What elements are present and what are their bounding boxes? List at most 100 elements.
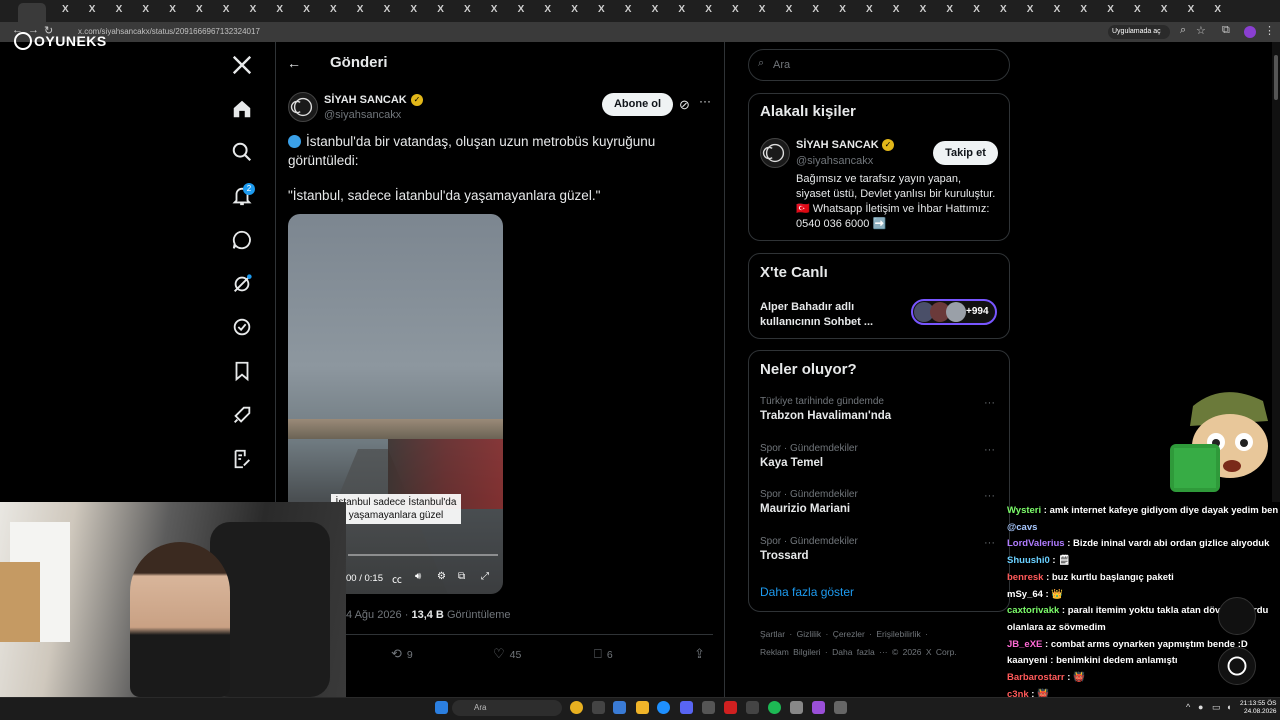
messages-icon[interactable] — [229, 227, 255, 253]
chat-username[interactable]: Shuushi0 — [1007, 555, 1050, 566]
chat-username[interactable]: Barbarostarr — [1007, 672, 1065, 683]
extensions-icon[interactable]: ⧉ — [1222, 24, 1230, 37]
rocket-icon[interactable] — [229, 402, 255, 428]
fullscreen-icon[interactable]: ⤢ — [481, 571, 489, 582]
grok-icon[interactable] — [229, 271, 255, 297]
related-name[interactable]: SİYAH SANCAK — [796, 139, 879, 151]
browser-tab[interactable]: X — [323, 3, 349, 19]
spotify-icon[interactable] — [768, 701, 781, 714]
footer-links[interactable]: Reklam Bilgileri · Daha fazla ··· © 2026… — [760, 647, 957, 657]
zoom-icon[interactable]: ⌕ — [1180, 24, 1186, 37]
chat-message-button[interactable] — [1218, 647, 1256, 685]
browser-tab[interactable]: X — [1020, 3, 1046, 19]
browser-tab[interactable]: X — [591, 3, 617, 19]
browser-tab[interactable]: X — [966, 3, 992, 19]
taskbar-app-icon[interactable] — [790, 701, 803, 714]
browser-tab[interactable]: X — [805, 3, 831, 19]
browser-tab[interactable]: X — [939, 3, 965, 19]
trend-more-icon[interactable]: ··· — [984, 444, 995, 456]
more-options-icon[interactable]: ··· — [699, 94, 711, 108]
browser-tab[interactable]: X — [511, 3, 537, 19]
trend-more-icon[interactable]: ··· — [984, 537, 995, 549]
subscribe-button[interactable]: Abone ol — [602, 93, 673, 116]
author-avatar[interactable] — [288, 92, 318, 122]
browser-tab[interactable]: X — [537, 3, 563, 19]
browser-tab[interactable]: X — [1207, 3, 1233, 19]
browser-tab[interactable]: X — [1100, 3, 1126, 19]
trend-more-icon[interactable]: ··· — [984, 490, 995, 502]
browser-tab[interactable]: X — [671, 3, 697, 19]
bookmark-star-icon[interactable]: ☆ — [1196, 24, 1206, 37]
share-button[interactable]: ⇪ — [694, 646, 710, 662]
browser-tab[interactable]: X — [430, 3, 456, 19]
browser-tab[interactable]: X — [645, 3, 671, 19]
browser-tab[interactable]: X — [1181, 3, 1207, 19]
browser-tab[interactable]: X — [752, 3, 778, 19]
active-tab[interactable] — [18, 3, 46, 22]
network-icon[interactable]: ▭ — [1212, 702, 1221, 713]
volume-icon[interactable]: 🔊︎ — [415, 571, 421, 582]
browser-tab[interactable]: X — [243, 3, 269, 19]
like-button[interactable]: ♡ 45 — [493, 646, 521, 662]
browser-tab[interactable]: X — [55, 3, 81, 19]
browser-tab[interactable]: X — [457, 3, 483, 19]
taskbar-app-icon[interactable] — [592, 701, 605, 714]
browser-tab[interactable]: X — [135, 3, 161, 19]
scrollbar-thumb[interactable] — [1274, 55, 1278, 100]
browser-tab[interactable]: X — [377, 3, 403, 19]
trend-name[interactable]: Trabzon Havalimanı'nda — [760, 410, 891, 422]
chat-username[interactable]: caxtorivakk — [1007, 605, 1059, 616]
settings-gear-icon[interactable]: ⚙ — [437, 571, 446, 582]
repost-button[interactable]: ⟲ 9 — [391, 646, 413, 662]
browser-tab[interactable]: X — [109, 3, 135, 19]
tray-app-icon[interactable]: ● — [1198, 702, 1203, 712]
volume-tray-icon[interactable]: ◖ — [1226, 702, 1231, 712]
discord-icon[interactable] — [680, 701, 693, 714]
video-progress-bar[interactable] — [348, 554, 498, 556]
browser-tab[interactable]: X — [189, 3, 215, 19]
bookmark-button[interactable]: ⎕ 6 — [594, 646, 613, 662]
chat-username[interactable]: @cavs — [1007, 522, 1037, 533]
browser-tab[interactable]: X — [1154, 3, 1180, 19]
trend-name[interactable]: Maurizio Mariani — [760, 503, 850, 515]
browser-tab[interactable]: X — [296, 3, 322, 19]
browser-tab[interactable]: X — [859, 3, 885, 19]
browser-tab[interactable]: X — [832, 3, 858, 19]
browser-tab[interactable]: X — [162, 3, 188, 19]
trend-name[interactable]: Trossard — [760, 550, 809, 562]
browser-tab[interactable]: X — [403, 3, 429, 19]
browser-tab[interactable]: X — [886, 3, 912, 19]
browser-tab[interactable]: X — [564, 3, 590, 19]
taskbar-app-icon[interactable] — [657, 701, 670, 714]
taskbar-app-icon[interactable] — [746, 701, 759, 714]
follow-button[interactable]: Takip et — [933, 141, 998, 165]
menu-kebab-icon[interactable]: ⋮ — [1264, 24, 1275, 37]
chat-username[interactable]: benresk — [1007, 572, 1043, 583]
taskbar-app-icon[interactable] — [613, 701, 626, 714]
browser-tab[interactable]: X — [82, 3, 108, 19]
taskbar-app-icon[interactable] — [834, 701, 847, 714]
tray-chevron-icon[interactable]: ^ — [1186, 702, 1190, 712]
back-arrow-icon[interactable]: ← — [287, 55, 301, 71]
browser-tab[interactable]: X — [484, 3, 510, 19]
chat-username[interactable]: kaanyeni — [1007, 655, 1048, 666]
home-icon[interactable] — [229, 96, 255, 122]
chrome-icon[interactable] — [570, 701, 583, 714]
browser-tab[interactable]: X — [269, 3, 295, 19]
browser-tab[interactable]: X — [913, 3, 939, 19]
post-date[interactable]: 4 Ağu 2026 — [346, 609, 402, 621]
browser-tab[interactable]: X — [618, 3, 644, 19]
browser-tab[interactable]: X — [216, 3, 242, 19]
verified-org-icon[interactable] — [229, 314, 255, 340]
browser-tab[interactable]: X — [350, 3, 376, 19]
taskbar-app-icon[interactable] — [702, 701, 715, 714]
search-icon[interactable] — [229, 139, 255, 165]
browser-tab[interactable]: X — [1047, 3, 1073, 19]
captions-icon[interactable]: ㏄ — [392, 571, 402, 586]
browser-tab[interactable]: X — [698, 3, 724, 19]
taskbar-app-icon[interactable] — [812, 701, 825, 714]
taskbar-clock[interactable]: 21:13:55 ÖS 24.08.2026 — [1240, 700, 1277, 716]
author-name[interactable]: SİYAH SANCAK — [324, 94, 407, 106]
browser-tab[interactable]: X — [1127, 3, 1153, 19]
chat-username[interactable]: mSy_64 — [1007, 589, 1043, 600]
